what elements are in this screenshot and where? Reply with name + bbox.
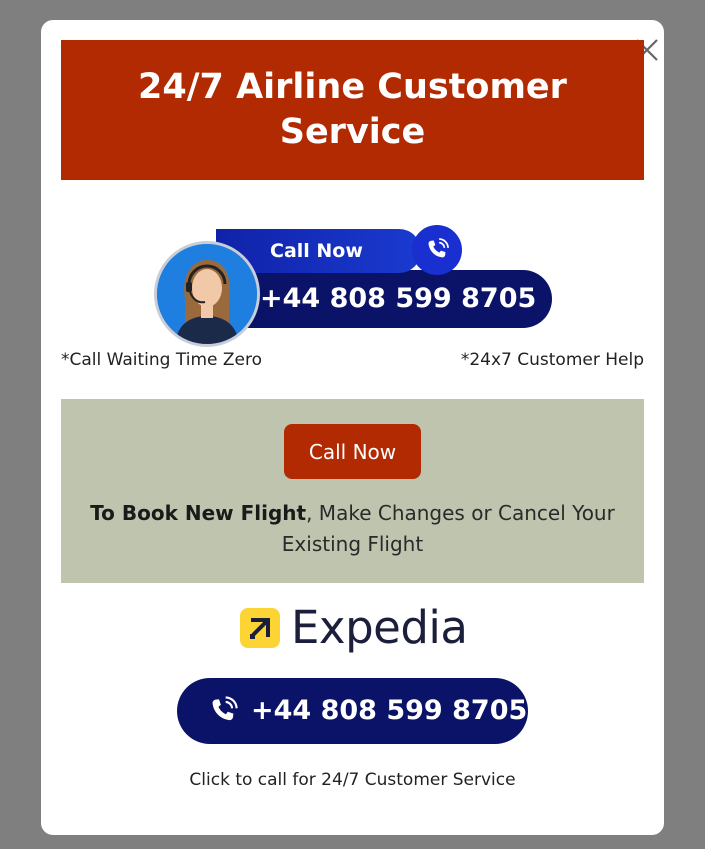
call-button-number: +44 808 599 8705 [251,695,528,726]
call-modal: 24/7 Airline Customer Service +44 808 59… [41,20,664,835]
agent-call-widget[interactable]: +44 808 599 8705 Call Now [154,221,554,347]
expedia-wordmark: Expedia [291,601,468,654]
booking-description-rest: , Make Changes or Cancel Your Existing F… [281,501,615,556]
note-waiting-time: *Call Waiting Time Zero [61,350,262,370]
phone-icon-circle[interactable] [412,225,462,275]
panel-call-now-button[interactable]: Call Now [284,424,421,479]
booking-description: To Book New Flight, Make Changes or Canc… [81,498,624,560]
expedia-logo: Expedia [239,601,469,654]
agent-avatar [154,241,260,347]
number-pill[interactable]: +44 808 599 8705 [214,270,552,328]
widget-phone-number: +44 808 599 8705 [260,283,537,314]
booking-panel: Call Now To Book New Flight, Make Change… [61,399,644,583]
phone-icon [212,696,238,721]
footer-caption: Click to call for 24/7 Customer Service [189,770,516,790]
call-now-label: Call Now [270,240,363,262]
phone-call-button[interactable]: +44 808 599 8705 [177,678,528,744]
booking-description-bold: To Book New Flight [90,501,307,525]
banner-title: 24/7 Airline Customer Service [61,40,644,180]
expedia-logo-icon [240,608,280,648]
note-customer-help: *24x7 Customer Help [460,350,644,370]
phone-icon [428,238,449,258]
